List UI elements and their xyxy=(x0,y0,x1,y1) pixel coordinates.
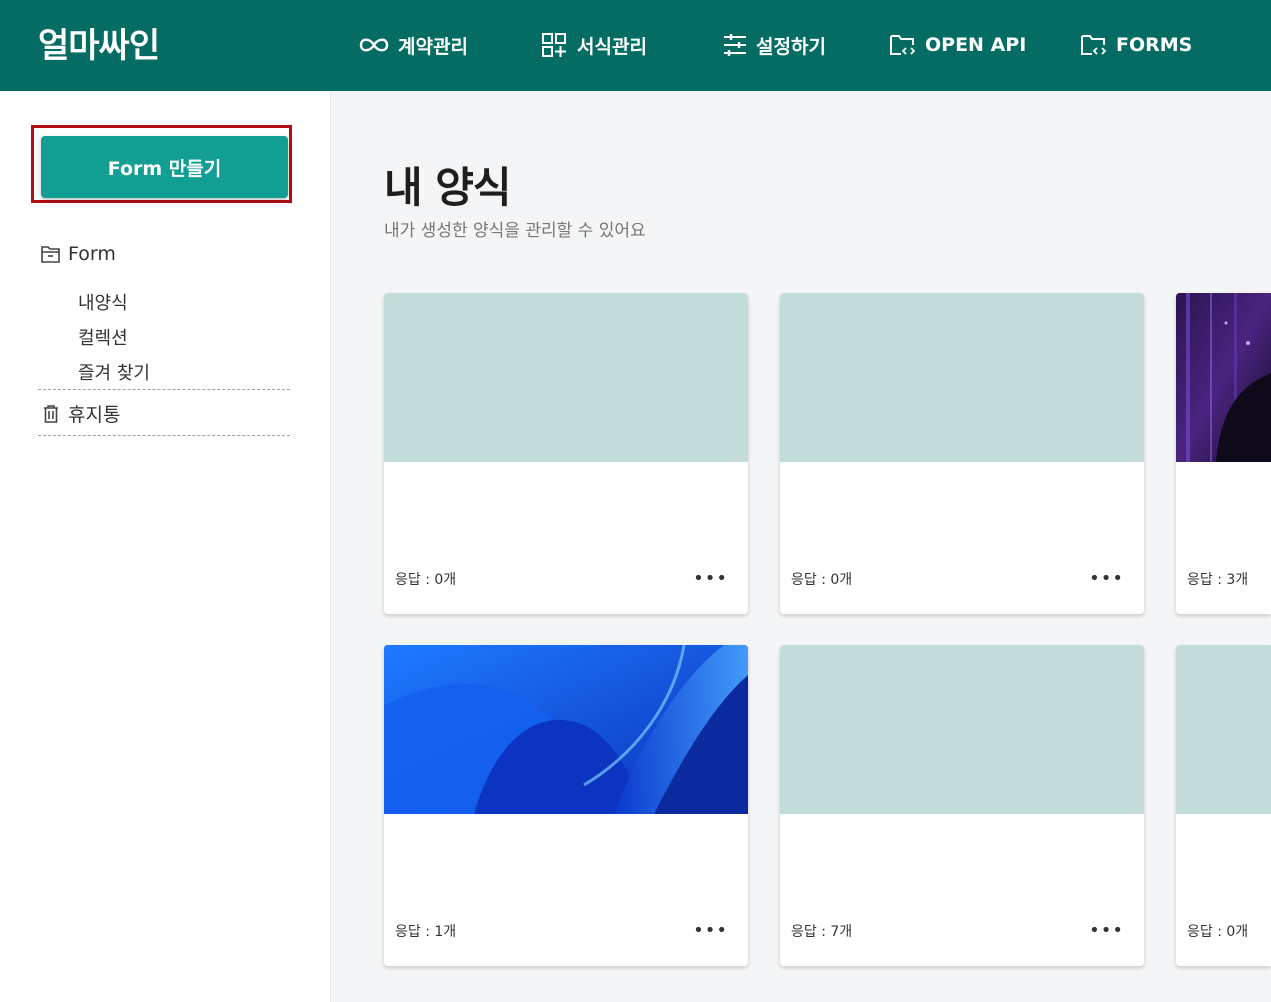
nav-label: 서식관리 xyxy=(577,35,647,58)
card-thumbnail xyxy=(1176,645,1271,814)
divider xyxy=(38,389,290,390)
nav-settings[interactable]: 설정하기 xyxy=(722,30,826,60)
divider xyxy=(38,435,290,436)
nav-label: 계약관리 xyxy=(398,35,468,58)
form-card[interactable]: 응답 : 7개 ••• xyxy=(780,645,1144,966)
app-logo[interactable]: 얼마싸인 xyxy=(38,18,160,67)
form-card[interactable]: 응답 : 0개 ••• xyxy=(384,293,748,614)
card-thumbnail xyxy=(780,293,1144,462)
card-thumbnail-image xyxy=(384,645,748,814)
sidebar-section-form[interactable]: Form xyxy=(40,243,116,265)
create-form-button[interactable]: Form 만들기 xyxy=(41,136,288,198)
response-count: 응답 : 1개 xyxy=(395,924,457,940)
nav-template-management[interactable]: 서식관리 xyxy=(541,30,647,60)
page-title: 내 양식 xyxy=(384,163,512,212)
more-options-icon[interactable]: ••• xyxy=(1087,922,1126,940)
sidebar-item-trash[interactable]: 휴지통 xyxy=(40,400,120,427)
more-options-icon[interactable]: ••• xyxy=(691,922,730,940)
response-count: 응답 : 7개 xyxy=(791,924,853,940)
card-thumbnail xyxy=(384,293,748,462)
response-count: 응답 : 0개 xyxy=(1187,924,1249,940)
form-card[interactable]: 응답 : 3개 xyxy=(1176,293,1271,614)
sidebar-item-favorites[interactable]: 즐겨 찾기 xyxy=(78,359,150,385)
response-count: 응답 : 0개 xyxy=(395,572,457,588)
nav-label: OPEN API xyxy=(925,34,1027,56)
card-thumbnail-image xyxy=(1176,293,1271,462)
response-count: 응답 : 0개 xyxy=(791,572,853,588)
nav-label: 설정하기 xyxy=(756,35,826,58)
folder-code-icon xyxy=(1081,35,1107,55)
top-nav-bar: 얼마싸인 계약관리 서식관리 설정하기 OPEN API FORMS xyxy=(0,0,1271,91)
infinity-icon xyxy=(359,38,389,52)
sidebar-item-label: 휴지통 xyxy=(68,404,121,426)
card-thumbnail xyxy=(780,645,1144,814)
sidebar-section-label: Form xyxy=(68,243,116,265)
form-card[interactable]: 응답 : 0개 xyxy=(1176,645,1271,966)
sidebar-item-collection[interactable]: 컬렉션 xyxy=(78,324,128,350)
form-card[interactable]: 응답 : 0개 ••• xyxy=(780,293,1144,614)
page-subtitle: 내가 생성한 양식을 관리할 수 있어요 xyxy=(384,221,646,241)
folder-icon xyxy=(41,246,60,263)
sliders-icon xyxy=(724,34,746,56)
more-options-icon[interactable]: ••• xyxy=(691,570,730,588)
nav-open-api[interactable]: OPEN API xyxy=(889,30,1026,60)
more-options-icon[interactable]: ••• xyxy=(1087,570,1126,588)
sidebar: Form 만들기 Form 내양식 컬렉션 즐겨 찾기 휴지통 xyxy=(0,91,331,1002)
folder-code-icon xyxy=(890,35,916,55)
nav-label: FORMS xyxy=(1116,34,1193,56)
nav-contract-management[interactable]: 계약관리 xyxy=(358,30,468,60)
template-grid-icon xyxy=(542,33,566,57)
form-card[interactable]: 응답 : 1개 ••• xyxy=(384,645,748,966)
trash-icon xyxy=(44,404,58,423)
nav-forms[interactable]: FORMS xyxy=(1080,30,1192,60)
sidebar-item-my-forms[interactable]: 내양식 xyxy=(78,289,128,315)
response-count: 응답 : 3개 xyxy=(1187,572,1249,588)
